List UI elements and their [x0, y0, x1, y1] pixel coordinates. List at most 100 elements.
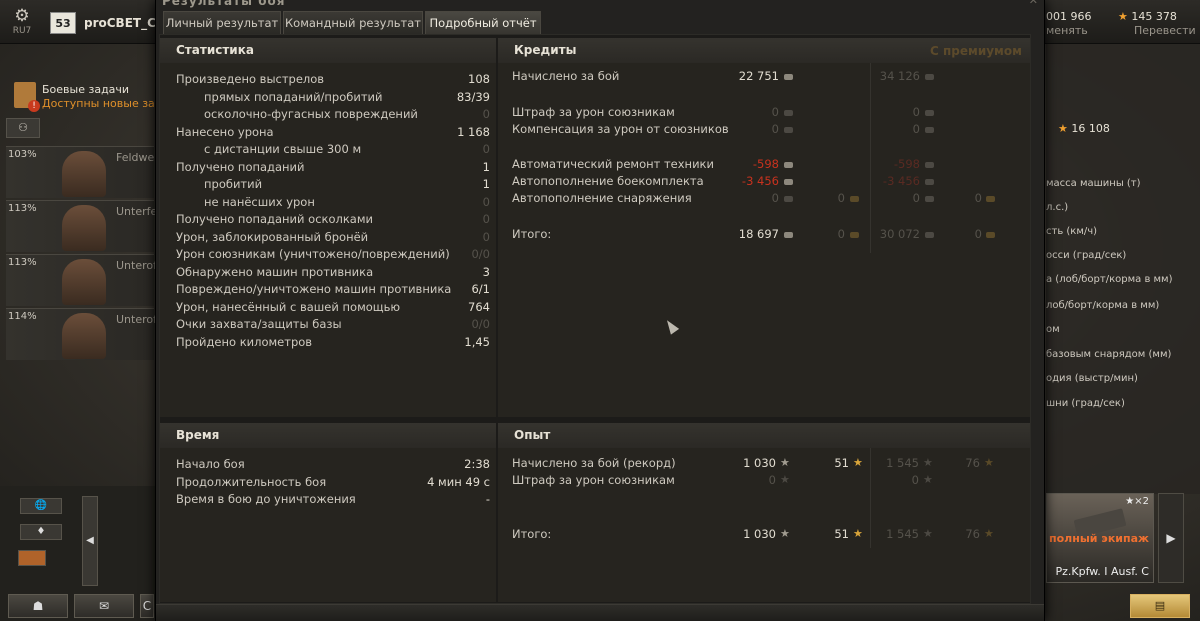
star-icon: ★	[780, 527, 790, 540]
credit-icon	[784, 110, 793, 116]
xp-base-value: 1 030	[743, 456, 776, 470]
stat-label: Получено попаданий	[176, 159, 305, 174]
stat-value: 108	[468, 72, 490, 86]
stat-label: Повреждено/уничтожено машин противника	[176, 282, 452, 296]
free-xp-base-value: 51	[834, 456, 849, 470]
credits-row-label: Автопополнение снаряжения	[512, 191, 692, 205]
credits-base-value: -3 456	[741, 174, 779, 188]
globe-icon[interactable]: 🌐	[20, 498, 62, 514]
camo-icon[interactable]	[18, 550, 46, 566]
missions-title: Боевые задачи	[42, 83, 130, 96]
convert-xp-link[interactable]: Перевести	[1134, 24, 1196, 37]
messages-button[interactable]: ✉	[74, 594, 134, 618]
stat-label: Урон, нанесённый с вашей помощью	[176, 299, 401, 314]
crew-member[interactable]: 113% Unterfeldwebel	[6, 200, 200, 252]
experience-row-label: Начислено за бой (рекорд)	[512, 456, 676, 470]
credits-base-value: -598	[752, 157, 779, 171]
stat-value: 0	[482, 142, 490, 156]
column-divider	[870, 448, 871, 548]
stat-value: 0	[482, 229, 490, 244]
stat-label: Обнаружено машин противника	[176, 264, 374, 279]
tank-name: Pz.Kpfw. I Ausf. C	[1055, 565, 1149, 578]
star-icon: ★	[923, 473, 933, 486]
stat-value: 764	[468, 299, 490, 314]
exchange-gold-link[interactable]: менять	[1046, 24, 1088, 37]
credit-icon	[925, 196, 934, 202]
crew-portrait	[62, 259, 106, 305]
crew-portrait	[62, 313, 106, 359]
param-row: базовым снарядом (мм)	[1046, 349, 1172, 360]
credit-icon	[925, 127, 934, 133]
time-label: Время в бою до уничтожения	[176, 492, 356, 506]
credits-premium-value: 0	[912, 122, 920, 136]
stat-value: 0	[482, 212, 490, 226]
profile-button[interactable]: ☗	[8, 594, 68, 618]
tab-detailed-report[interactable]: Подробный отчёт	[425, 11, 541, 34]
param-row: л.с.)	[1046, 202, 1069, 213]
crew-skill-percent: 103%	[8, 149, 37, 160]
battle-missions[interactable]: Боевые задачи Доступны новые задачи	[14, 82, 183, 112]
close-icon[interactable]: ✕	[1029, 0, 1038, 7]
param-row: сть (км/ч)	[1046, 226, 1098, 237]
stat-value: 1 168	[457, 124, 490, 139]
tab-team-result[interactable]: Командный результат	[283, 11, 423, 34]
credits-row-label: Автопополнение боекомплекта	[512, 174, 704, 188]
credits-base-value: 0	[771, 191, 779, 205]
tank-card[interactable]: ★×2 полный экипаж Pz.Kpfw. I Ausf. C	[1046, 493, 1154, 583]
battle-results-window: Результаты боя ✕ Личный результат Команд…	[155, 0, 1045, 621]
vehicle-experience-value: 16 108	[1071, 122, 1110, 135]
crew-member[interactable]: 114% Unteroffizier	[6, 308, 184, 360]
crew-skill-percent: 114%	[8, 311, 37, 322]
gold-icon	[986, 232, 995, 238]
xp-premium-value: 1 545	[886, 456, 919, 470]
crew-member[interactable]: 113% Unteroffizier	[6, 254, 184, 306]
credit-icon	[925, 179, 934, 185]
credits-base-value: 18 697	[738, 227, 779, 241]
credit-icon	[784, 196, 793, 202]
settings-button[interactable]: ⚙ RU7	[10, 6, 34, 42]
window-footer	[156, 604, 1044, 621]
gold-balance: 001 966	[1046, 10, 1092, 23]
free-xp-star-icon: ★	[984, 456, 994, 469]
tab-personal-result[interactable]: Личный результат	[163, 11, 281, 34]
diamond-icon[interactable]: ♦	[20, 524, 62, 540]
gold-icon	[986, 196, 995, 202]
experience-row-label: Штраф за урон союзникам	[512, 473, 675, 487]
premium-header: С премиумом	[930, 44, 1022, 58]
stat-label: Получено попаданий осколками	[176, 212, 373, 226]
star-icon: ★	[780, 473, 790, 486]
param-row: масса машины (т)	[1046, 178, 1141, 189]
credits-premium-value: -598	[893, 157, 920, 171]
credit-icon	[925, 74, 934, 80]
stat-label: Очки захвата/защиты базы	[176, 317, 342, 331]
time-label: Начало боя	[176, 457, 245, 471]
statistics-panel: Произведено выстрелов 108 прямых попаданий…	[160, 63, 496, 417]
chat-channel-button[interactable]: С	[140, 594, 154, 618]
crew-member[interactable]: 103% Feldwebel	[6, 146, 171, 198]
credits-premium-value: 30 072	[879, 227, 920, 241]
free-xp-value: 145 378	[1131, 10, 1177, 23]
column-divider	[870, 63, 871, 253]
time-panel: Начало боя 2:38 Продолжительность боя 4 мин…	[160, 448, 496, 602]
credit-icon	[784, 179, 793, 185]
crew-toggle-button[interactable]: ⚇	[6, 118, 40, 138]
chevron-right-icon[interactable]: ▶	[1158, 493, 1184, 583]
bottom-left-panel: 🌐 ♦ ◀ ☗ ✉ С	[0, 486, 155, 621]
stat-value: 1	[482, 177, 490, 191]
stat-label: прямых попаданий/пробитий	[204, 89, 383, 104]
free-xp-star-icon: ★	[853, 456, 863, 469]
credits-base-value: 0	[771, 105, 779, 119]
credits-row-label: Штраф за урон союзникам	[512, 105, 675, 119]
chat-button[interactable]: ▤	[1130, 594, 1190, 618]
chevron-left-icon[interactable]: ◀	[82, 496, 98, 586]
stat-label: Урон союзникам (уничтожено/повреждений)	[176, 247, 450, 261]
time-label: Продолжительность боя	[176, 474, 327, 489]
x2-badge: ★×2	[1125, 496, 1149, 507]
stat-value: 1,45	[464, 334, 490, 349]
gold-base-value: 0	[837, 227, 845, 241]
credits-premium-value: 0	[912, 105, 920, 119]
stat-label: с дистанции свыше 300 м	[204, 142, 362, 156]
credits-base-value: 0	[771, 122, 779, 136]
param-row: осси (град/сек)	[1046, 250, 1127, 261]
credit-icon	[784, 162, 793, 168]
